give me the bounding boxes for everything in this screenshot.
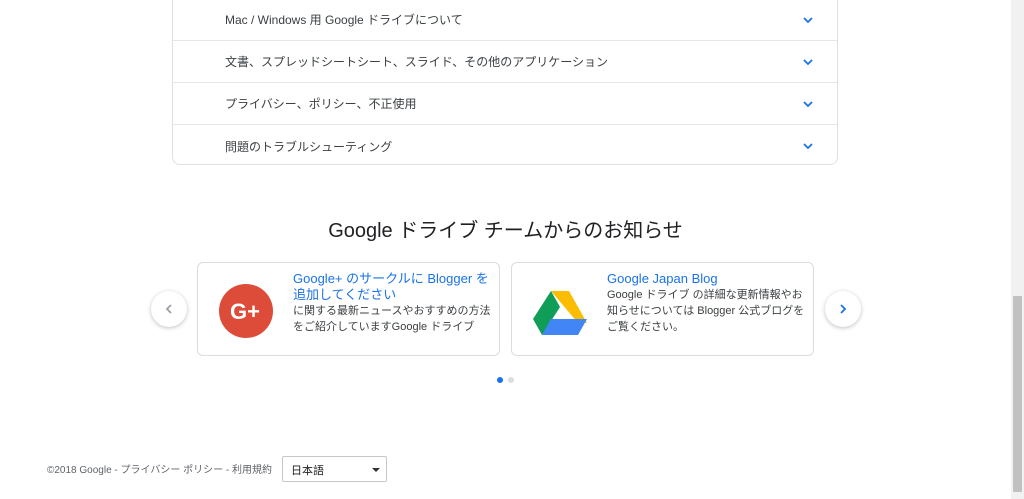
faq-item-label: 文書、スプレッドシートシート、スライド、その他のアプリケーション xyxy=(225,55,609,69)
language-select-value: 日本語 xyxy=(291,465,324,477)
carousel-dot-active[interactable] xyxy=(497,377,503,383)
google-plus-icon: G+ xyxy=(219,284,273,338)
chevron-down-icon xyxy=(803,143,813,150)
faq-item-label: プライバシー、ポリシー、不正使用 xyxy=(225,97,417,111)
chevron-down-icon xyxy=(803,59,813,66)
chevron-down-icon xyxy=(803,101,813,108)
chevron-left-icon xyxy=(165,304,172,314)
faq-item-apps[interactable]: 文書、スプレッドシートシート、スライド、その他のアプリケーション xyxy=(173,41,837,83)
chevron-down-icon xyxy=(803,17,813,24)
footer-separator: - xyxy=(223,465,233,476)
terms-link[interactable]: 利用規約 xyxy=(232,465,272,476)
card-text: Google Japan Blog Google ドライブ の詳細な更新情報やお… xyxy=(607,271,807,335)
carousel-prev-button[interactable] xyxy=(151,291,187,327)
svg-text:G+: G+ xyxy=(230,299,260,324)
footer-links: ©2018 Google - プライバシー ポリシー - 利用規約 xyxy=(47,461,272,476)
chevron-right-icon xyxy=(840,304,847,314)
footer-separator: - xyxy=(111,465,121,476)
scrollbar-thumb[interactable] xyxy=(1013,296,1022,492)
card-text: Google+ のサークルに Blogger を追加してください に関する最新ニ… xyxy=(293,271,493,335)
news-card-japan-blog[interactable]: Google Japan Blog Google ドライブ の詳細な更新情報やお… xyxy=(511,262,814,356)
faq-item-label: 問題のトラブルシューティング xyxy=(225,139,393,154)
card-title[interactable]: Google+ のサークルに Blogger を追加してください xyxy=(293,271,493,303)
language-select[interactable]: 日本語 xyxy=(282,456,387,482)
faq-item-privacy[interactable]: プライバシー、ポリシー、不正使用 xyxy=(173,83,837,125)
carousel-next-button[interactable] xyxy=(825,291,861,327)
faq-item-label: Mac / Windows 用 Google ドライブについて xyxy=(225,13,463,27)
faq-item-drive-desktop[interactable]: Mac / Windows 用 Google ドライブについて xyxy=(173,0,837,41)
page-scrollbar[interactable] xyxy=(1011,0,1024,499)
faq-item-troubleshooting[interactable]: 問題のトラブルシューティング xyxy=(173,125,837,167)
faq-list: Mac / Windows 用 Google ドライブについて 文書、スプレッド… xyxy=(172,0,838,165)
google-drive-icon xyxy=(533,291,587,335)
dropdown-caret-icon xyxy=(372,468,380,472)
privacy-policy-link[interactable]: プライバシー ポリシー xyxy=(121,465,224,476)
section-title: Google ドライブ チームからのお知らせ xyxy=(328,220,683,242)
news-card-google-plus[interactable]: G+ Google+ のサークルに Blogger を追加してください に関する… xyxy=(197,262,500,356)
card-body: に関する最新ニュースやおすすめの方法をご紹介していますGoogle ドライブ xyxy=(293,305,491,333)
card-title[interactable]: Google Japan Blog xyxy=(607,271,807,287)
carousel-dot[interactable] xyxy=(508,377,514,383)
copyright-text: ©2018 Google xyxy=(47,465,112,476)
card-body: Google ドライブ の詳細な更新情報やお知らせについては Blogger 公… xyxy=(607,289,805,333)
